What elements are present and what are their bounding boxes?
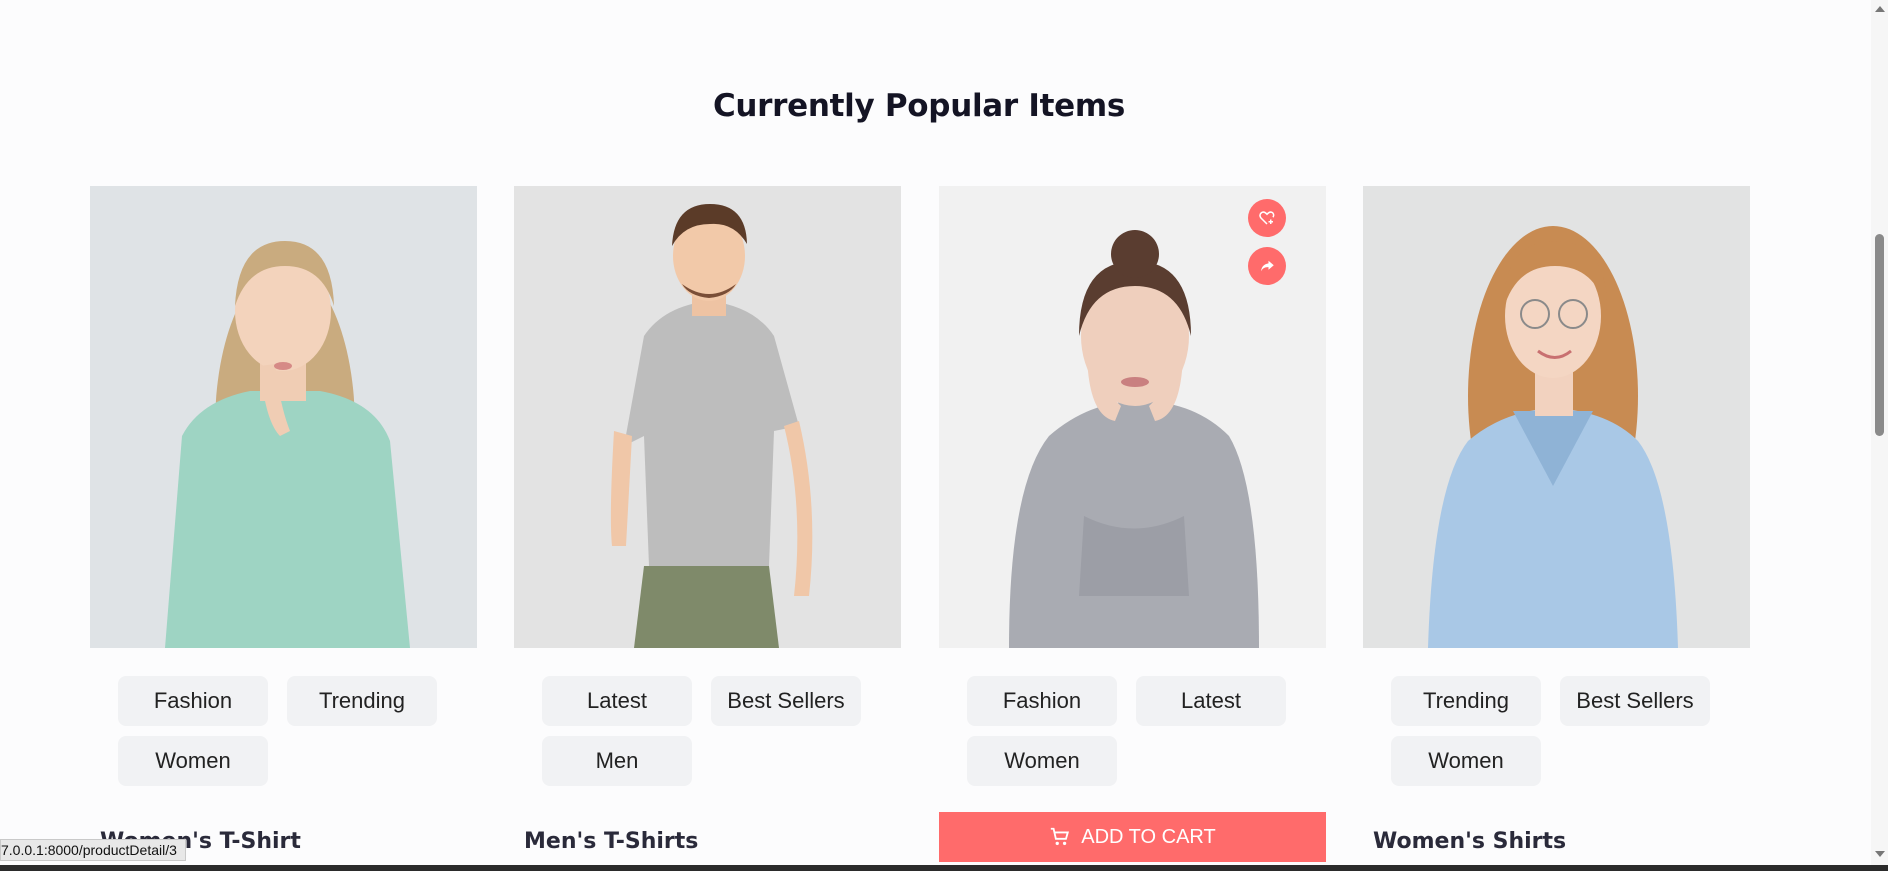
scroll-up-arrow-icon[interactable] [1875,6,1885,12]
tag-chip[interactable]: Latest [542,676,692,726]
tag-list: Trending Best Sellers Women [1391,676,1731,786]
product-name[interactable]: Men's T-Shirts [524,829,698,854]
tag-chip[interactable]: Women [118,736,268,786]
product-image[interactable] [90,186,477,648]
product-name[interactable]: Women's Shirts [1373,829,1566,854]
tag-chip[interactable]: Men [542,736,692,786]
tag-chip[interactable]: Trending [1391,676,1541,726]
share-icon [1261,260,1274,272]
tag-list: Fashion Latest Women [967,676,1307,786]
tag-list: Fashion Trending Women [118,676,458,786]
tag-chip[interactable]: Fashion [967,676,1117,726]
tag-chip[interactable]: Fashion [118,676,268,726]
product-card[interactable]: Fashion Latest Women ADD TO CART [939,186,1326,862]
heart-plus-icon [1259,211,1275,225]
tag-chip[interactable]: Trending [287,676,437,726]
add-to-cart-button[interactable]: ADD TO CART [939,812,1326,862]
share-button[interactable] [1248,247,1286,285]
tag-chip[interactable]: Latest [1136,676,1286,726]
scrollbar-thumb[interactable] [1875,234,1884,436]
product-card[interactable]: Trending Best Sellers Women Women's Shir… [1363,186,1750,854]
tag-chip[interactable]: Best Sellers [1560,676,1710,726]
tag-chip[interactable]: Best Sellers [711,676,861,726]
taskbar-edge [0,865,1888,871]
cart-icon [1051,827,1070,846]
vertical-scrollbar[interactable] [1871,0,1888,865]
product-image[interactable] [1363,186,1750,648]
tag-chip[interactable]: Women [967,736,1117,786]
wishlist-button[interactable] [1248,199,1286,237]
product-image[interactable] [939,186,1326,648]
tag-chip[interactable]: Women [1391,736,1541,786]
product-card[interactable]: Latest Best Sellers Men Men's T-Shirts [514,186,901,854]
scroll-down-arrow-icon[interactable] [1875,851,1885,857]
add-to-cart-label: ADD TO CART [1081,825,1216,848]
tag-list: Latest Best Sellers Men [542,676,882,786]
product-card[interactable]: Fashion Trending Women Women's T-Shirt [90,186,477,854]
product-image[interactable] [514,186,901,648]
section-title: Currently Popular Items [712,88,1126,124]
status-bar-url: 7.0.0.1:8000/productDetail/3 [0,839,186,861]
